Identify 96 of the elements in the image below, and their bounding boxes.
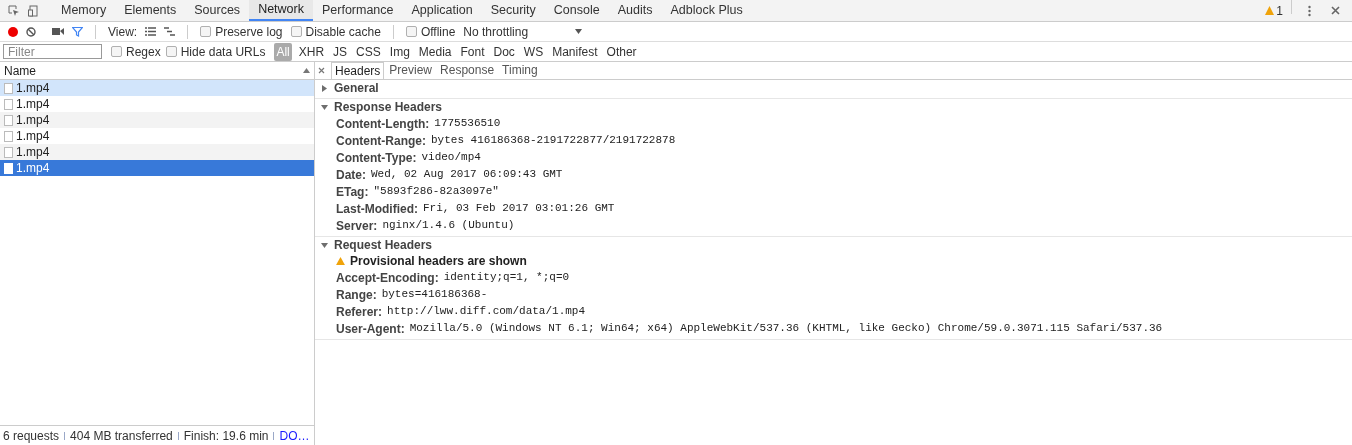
panel-tab[interactable]: Console — [544, 0, 609, 21]
checkbox[interactable] — [165, 46, 177, 57]
collapsed-triangle-icon[interactable] — [321, 84, 328, 92]
request-row[interactable]: 1.mp4 — [0, 80, 314, 96]
clear-icon[interactable] — [26, 26, 36, 37]
file-icon — [4, 130, 13, 142]
checkbox[interactable] — [200, 26, 212, 37]
type-filter[interactable]: WS — [521, 42, 546, 61]
inspect-icon[interactable] — [8, 4, 20, 17]
header-value: bytes 416186368-2191722877/2191722878 — [431, 133, 676, 149]
file-icon — [4, 146, 13, 158]
section-header[interactable]: Response Headers — [315, 99, 1352, 115]
type-filter[interactable]: Other — [604, 42, 639, 61]
type-filter[interactable]: CSS — [354, 42, 383, 61]
filter-input[interactable]: Filter — [3, 44, 102, 59]
view-label: View: — [108, 23, 138, 41]
expanded-triangle-icon[interactable] — [321, 103, 328, 111]
header-name: Accept-Encoding: — [336, 269, 439, 287]
expanded-triangle-icon[interactable] — [321, 241, 328, 249]
checkbox[interactable] — [290, 26, 302, 37]
panel-tab[interactable]: Memory — [52, 0, 116, 21]
panel-tab[interactable]: Adblock Plus — [661, 0, 752, 21]
detail-tab[interactable]: Timing — [499, 62, 541, 79]
header-value: bytes=416186368- — [381, 287, 488, 303]
type-filter[interactable]: Img — [387, 42, 412, 61]
detail-tab[interactable]: Preview — [386, 62, 436, 79]
warning-icon — [336, 257, 345, 265]
file-icon — [4, 114, 13, 126]
status-text: 6 requests — [3, 427, 60, 445]
panel-tab[interactable]: Application — [402, 0, 482, 21]
header-name: Server: — [336, 217, 378, 235]
record-icon[interactable] — [8, 26, 18, 37]
header-name: Last-Modified: — [336, 200, 418, 218]
close-icon[interactable] — [1331, 6, 1340, 15]
header-value: http://lww.diff.com/data/1.mp4 — [387, 304, 586, 320]
header-name: Content-Length: — [336, 115, 430, 133]
camera-icon[interactable] — [52, 27, 64, 36]
header-value: Wed, 02 Aug 2017 06:09:43 GMT — [371, 167, 563, 183]
panel-tab[interactable]: Security — [481, 0, 545, 21]
list-view-icon[interactable] — [145, 27, 157, 36]
status-text: 404 MB transferred — [70, 427, 173, 445]
file-icon — [4, 82, 13, 94]
panel-tab[interactable]: Elements — [115, 0, 186, 21]
panel-tab[interactable]: Performance — [312, 0, 403, 21]
checkbox[interactable] — [405, 26, 417, 37]
header-name: Referer: — [336, 303, 383, 321]
header-value: Fri, 03 Feb 2017 03:01:26 GMT — [423, 201, 615, 217]
panel-tab[interactable]: Audits — [608, 0, 662, 21]
header-name: User-Agent: — [336, 320, 405, 338]
section-header[interactable]: Request Headers — [315, 237, 1352, 253]
more-icon[interactable] — [1308, 4, 1311, 17]
header-value: 1775536510 — [434, 116, 501, 132]
checkbox-label: Disable cache — [305, 23, 381, 41]
header-name: Range: — [336, 286, 377, 304]
throttling-select[interactable]: No throttling — [463, 22, 568, 41]
header-name: Date: — [336, 166, 366, 184]
detail-tab[interactable]: Response — [437, 62, 498, 79]
device-icon[interactable] — [28, 4, 40, 17]
filter-icon[interactable] — [72, 26, 83, 37]
header-name: Content-Type: — [336, 149, 417, 167]
file-icon — [4, 98, 13, 110]
type-filter[interactable]: Font — [458, 42, 487, 61]
status-text: Finish: 19.6 min — [183, 427, 269, 445]
header-value: "5893f286-82a3097e" — [373, 184, 499, 200]
waterfall-view-icon[interactable] — [164, 27, 176, 36]
header-name: ETag: — [336, 183, 369, 201]
checkbox-label: Hide data URLs — [180, 43, 266, 61]
request-row[interactable]: 1.mp4 — [0, 160, 314, 176]
detail-tab[interactable]: Headers — [331, 62, 385, 79]
type-filter[interactable]: XHR — [296, 42, 327, 61]
checkbox-label: Regex — [126, 43, 161, 61]
section-header[interactable]: General — [315, 80, 1352, 96]
type-filter[interactable]: Media — [416, 42, 454, 61]
panel-tab[interactable]: Sources — [185, 0, 250, 21]
warning-count[interactable]: 1 — [1276, 1, 1283, 20]
checkbox-label: Offline — [420, 23, 456, 41]
panel-tab[interactable]: Network — [249, 0, 313, 21]
warning-icon — [1265, 6, 1275, 15]
checkbox-label: Preserve log — [215, 23, 283, 41]
file-icon — [4, 162, 13, 174]
checkbox[interactable] — [111, 46, 122, 57]
type-filter[interactable]: Doc — [491, 42, 517, 61]
header-value: video/mp4 — [421, 150, 481, 166]
close-icon[interactable] — [318, 67, 325, 74]
header-value: identity;q=1, *;q=0 — [443, 270, 570, 286]
type-filter[interactable]: JS — [331, 42, 350, 61]
type-filter[interactable]: Manifest — [550, 42, 600, 61]
sort-ascending-icon[interactable] — [303, 68, 310, 73]
dropdown-caret-icon[interactable] — [575, 29, 583, 34]
request-row[interactable]: 1.mp4 — [0, 112, 314, 128]
header-name: Content-Range: — [336, 132, 426, 150]
header-value: nginx/1.4.6 (Ubuntu) — [382, 218, 515, 234]
request-row[interactable]: 1.mp4 — [0, 144, 314, 160]
header-value: Mozilla/5.0 (Windows NT 6.1; Win64; x64) AppleWebKit/537.36 (KHTML, like Gecko) Chrome/59.0.3071.115 Safari/537.36 — [409, 321, 1163, 337]
status-link[interactable]: DO… — [279, 426, 310, 445]
warning-message: Provisional headers are shown — [350, 253, 527, 270]
